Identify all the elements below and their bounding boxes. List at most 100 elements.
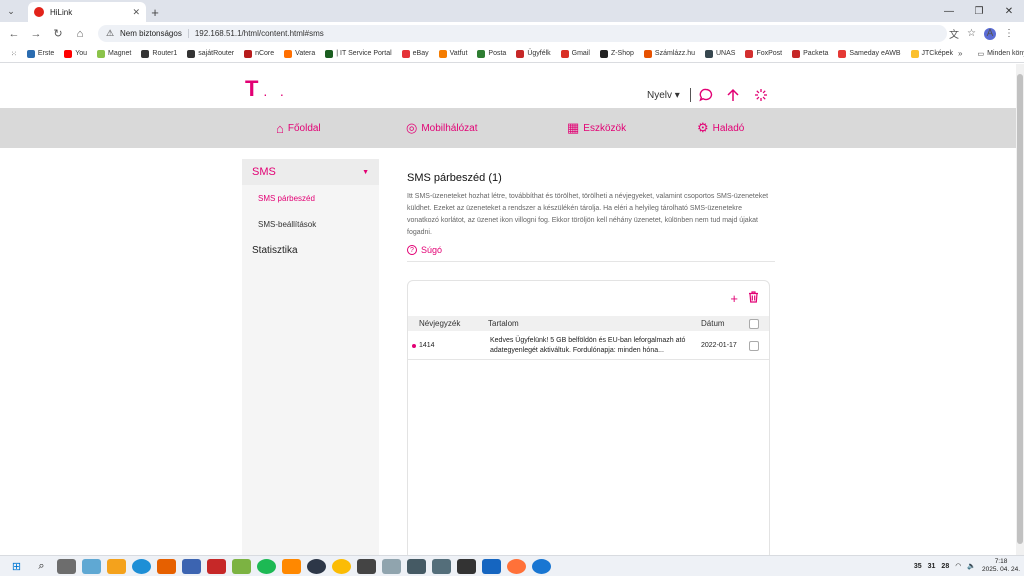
bookmark-item[interactable]: Vatera: [279, 45, 320, 62]
url-text[interactable]: 192.168.51.1/html/content.html#sms: [195, 29, 324, 38]
column-header-content[interactable]: Tartalom: [488, 319, 519, 328]
nav-home[interactable]: ⌂ Főoldal: [276, 108, 321, 148]
add-icon[interactable]: +: [730, 291, 738, 306]
bookmark-item[interactable]: Router1: [136, 45, 182, 62]
page-scrollbar[interactable]: [1016, 64, 1024, 555]
reload-icon[interactable]: ↻: [48, 24, 68, 44]
sidebar-item-statistics[interactable]: Statisztika: [242, 237, 379, 263]
sidebar-item-sms-settings[interactable]: SMS-beállítások: [242, 211, 379, 237]
app-icon[interactable]: [357, 558, 376, 574]
help-link[interactable]: ? Súgó: [407, 245, 775, 255]
firefox-icon[interactable]: [507, 558, 526, 574]
bookmark-item[interactable]: Erste: [22, 45, 59, 62]
menu-dots-icon[interactable]: ⋮: [1004, 28, 1014, 39]
bookmark-favicon-icon: [325, 49, 334, 58]
profile-avatar[interactable]: A: [984, 27, 997, 40]
app-icon[interactable]: [432, 558, 451, 574]
tray-counter[interactable]: 28: [941, 563, 949, 570]
clock[interactable]: 7:18 2025. 04. 24.: [982, 558, 1020, 574]
app-icon[interactable]: [532, 558, 551, 574]
bookmark-item[interactable]: Posta: [472, 45, 511, 62]
windows-start-icon[interactable]: ⊞: [7, 559, 26, 574]
home-icon[interactable]: ⌂: [70, 24, 90, 44]
row-content[interactable]: Kedves Ügyfelünk! 5 GB belföldön és EU-b…: [490, 336, 694, 356]
wifi-icon[interactable]: ◠: [955, 562, 961, 570]
bookmark-item[interactable]: nCore: [239, 45, 279, 62]
bookmark-label: Sameday eAWB: [849, 50, 901, 57]
app-icon[interactable]: [57, 558, 76, 574]
close-tab-icon[interactable]: ✕: [132, 7, 140, 18]
app-icon[interactable]: [457, 558, 476, 574]
trash-icon[interactable]: [748, 291, 759, 306]
nav-advanced[interactable]: ⚙ Haladó: [697, 108, 744, 148]
page-description: Itt SMS-üzeneteket hozhat létre, továbbí…: [407, 193, 769, 236]
tab-search-icon[interactable]: ⌄: [0, 0, 22, 22]
app-icon[interactable]: [107, 558, 126, 574]
edge-icon[interactable]: [132, 558, 151, 574]
bookmark-item[interactable]: Gmail: [556, 45, 595, 62]
column-header-contact[interactable]: Névjegyzék: [419, 319, 460, 328]
bookmark-item[interactable]: Packeta: [787, 45, 833, 62]
vlc-icon[interactable]: [282, 558, 301, 574]
apps-grid-icon[interactable]: ⁙: [6, 45, 22, 62]
bookmark-item[interactable]: Z-Shop: [595, 45, 639, 62]
tray-counter[interactable]: 31: [928, 563, 936, 570]
scrollbar-thumb[interactable]: [1017, 74, 1023, 544]
back-arrow-icon[interactable]: ←: [4, 24, 24, 44]
app-icon[interactable]: [232, 558, 251, 574]
bookmark-label: JTCképek: [921, 50, 954, 57]
column-header-date[interactable]: Dátum: [701, 319, 725, 328]
volume-icon[interactable]: 🔈: [967, 562, 976, 570]
spotify-icon[interactable]: [257, 558, 276, 574]
warning-triangle-icon[interactable]: ⚠: [106, 28, 114, 39]
bookmark-label: nCore: [255, 50, 275, 57]
more-bookmarks-icon[interactable]: »: [958, 49, 962, 58]
bookmark-item[interactable]: eBay: [397, 45, 434, 62]
bookmark-item[interactable]: sajátRouter: [182, 45, 239, 62]
select-all-checkbox[interactable]: [749, 318, 759, 329]
app-icon[interactable]: [82, 558, 101, 574]
bookmark-item[interactable]: Számlázz.hu: [639, 45, 700, 62]
table-row[interactable]: 1414 Kedves Ügyfelünk! 5 GB belföldön és…: [408, 332, 769, 360]
close-window-icon[interactable]: ✕: [994, 0, 1024, 22]
nav-mobile-network[interactable]: ◎ Mobilhálózat: [406, 108, 478, 148]
sidebar-item-sms-dialog[interactable]: SMS párbeszéd: [242, 185, 379, 211]
app-icon[interactable]: [482, 558, 501, 574]
forward-arrow-icon[interactable]: →: [26, 24, 46, 44]
bookmark-item[interactable]: You: [59, 45, 92, 62]
app-icon[interactable]: [157, 558, 176, 574]
app-icon[interactable]: [407, 558, 426, 574]
security-label[interactable]: Nem biztonságos: [120, 29, 189, 38]
bookmark-item[interactable]: | IT Service Portal: [320, 45, 396, 62]
browser-tab[interactable]: HiLink ✕: [28, 2, 146, 22]
chrome-icon[interactable]: [332, 558, 351, 574]
bookmark-item[interactable]: Vatfut: [434, 45, 473, 62]
clock-date: 2025. 04. 24.: [982, 566, 1020, 573]
bookmark-item[interactable]: UNAS: [700, 45, 740, 62]
tray-counter[interactable]: 35: [914, 563, 922, 570]
bookmark-star-icon[interactable]: ☆: [967, 28, 976, 39]
language-selector[interactable]: Nyelv ▾: [647, 90, 680, 101]
sidebar-item-sms[interactable]: SMS ▼: [242, 159, 379, 185]
bookmark-item[interactable]: JTCképek: [906, 45, 959, 62]
upload-arrow-icon[interactable]: [724, 86, 742, 104]
new-tab-button[interactable]: +: [146, 2, 164, 22]
telekom-logo[interactable]: T: [245, 78, 259, 100]
bookmark-item[interactable]: Sameday eAWB: [833, 45, 905, 62]
address-bar[interactable]: ⚠ Nem biztonságos 192.168.51.1/html/cont…: [97, 25, 948, 42]
bookmark-item[interactable]: Ügyfélk: [511, 45, 555, 62]
app-icon[interactable]: [307, 558, 326, 574]
bookmark-item[interactable]: Magnet: [92, 45, 136, 62]
nav-tools[interactable]: ▦ Eszközök: [567, 108, 626, 148]
minimize-icon[interactable]: —: [934, 0, 964, 22]
message-bubble-icon[interactable]: [697, 86, 715, 104]
translate-icon[interactable]: 文: [949, 26, 959, 41]
search-icon[interactable]: ⌕: [32, 559, 51, 574]
app-icon[interactable]: [207, 558, 226, 574]
all-bookmarks-folder[interactable]: ▭Minden könyvjelző: [973, 45, 1024, 62]
row-checkbox[interactable]: [749, 341, 759, 351]
bookmark-item[interactable]: FoxPost: [740, 45, 787, 62]
app-icon[interactable]: [182, 558, 201, 574]
app-icon[interactable]: [382, 558, 401, 574]
restore-icon[interactable]: ❐: [964, 0, 994, 22]
